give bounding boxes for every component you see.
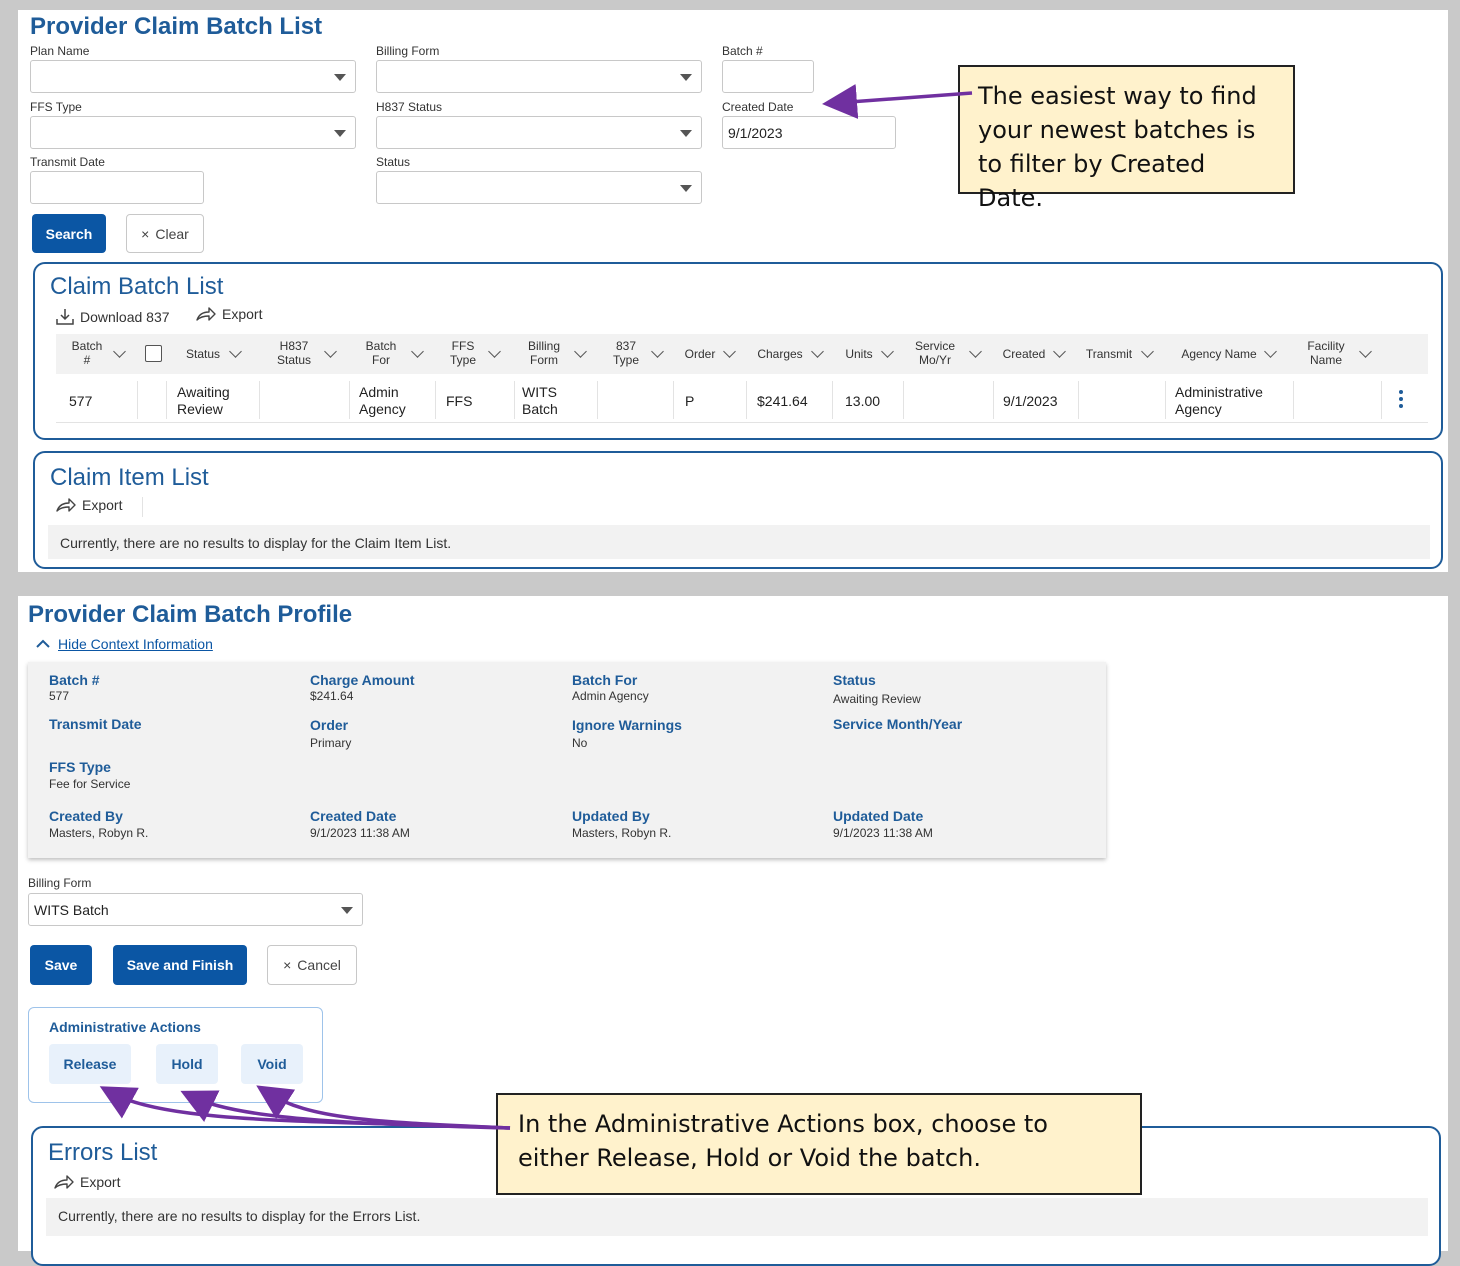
arrow-to-created-date (822, 84, 973, 119)
arrow-to-hold (180, 1090, 511, 1130)
annotation-arrows (99, 84, 973, 1130)
